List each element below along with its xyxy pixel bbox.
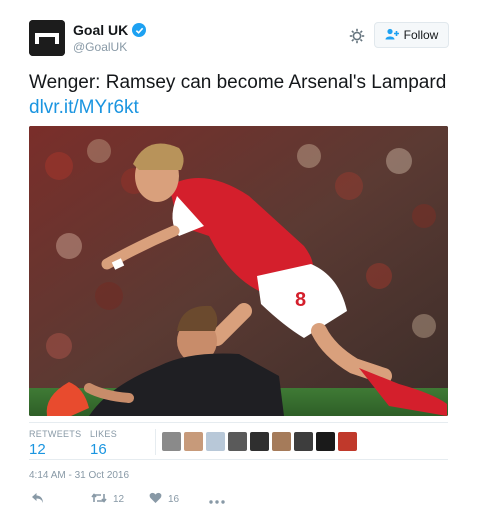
follow-label: Follow — [403, 28, 439, 42]
likes-stat[interactable]: LIKES 16 — [90, 429, 117, 458]
liker-avatar[interactable] — [184, 432, 203, 451]
display-name[interactable]: Goal UK — [73, 22, 128, 38]
liker-avatar[interactable] — [316, 432, 335, 451]
retweet-button[interactable]: 12 — [91, 492, 124, 507]
tweet-header: Goal UK @GoalUK Follow — [29, 18, 449, 60]
engagement-stats: RETWEETS 12 LIKES 16 — [29, 422, 448, 460]
liker-avatar[interactable] — [294, 432, 313, 451]
like-icon — [149, 492, 162, 507]
tweet-link[interactable]: dlvr.it/MYr6kt — [29, 97, 139, 118]
liker-avatar[interactable] — [272, 432, 291, 451]
display-name-row: Goal UK — [73, 22, 147, 38]
follow-button[interactable]: Follow — [374, 22, 449, 48]
gear-icon[interactable] — [349, 28, 365, 44]
liker-avatar[interactable] — [250, 432, 269, 451]
liker-avatar[interactable] — [162, 432, 181, 451]
like-button[interactable]: 16 — [149, 492, 179, 507]
liker-avatar[interactable] — [206, 432, 225, 451]
retweet-action-count: 12 — [113, 494, 125, 505]
liker-avatar[interactable] — [338, 432, 357, 451]
avatar[interactable] — [29, 20, 65, 56]
photo-football-tackle: 8 — [29, 126, 448, 416]
tweet-body: Wenger: Ramsey can become Arsenal's Lamp… — [29, 72, 447, 93]
verified-icon — [132, 23, 147, 37]
more-icon — [209, 496, 225, 507]
liker-avatars — [162, 432, 357, 451]
retweets-count: 12 — [29, 441, 46, 458]
stats-divider — [155, 429, 156, 455]
account-names: Goal UK @GoalUK — [73, 22, 147, 54]
handle[interactable]: @GoalUK — [73, 40, 146, 54]
reply-icon — [31, 492, 44, 507]
reply-button[interactable] — [31, 492, 44, 507]
svg-text:8: 8 — [295, 289, 306, 311]
retweets-label: RETWEETS — [29, 429, 82, 439]
liker-avatar[interactable] — [228, 432, 247, 451]
tweet-timestamp[interactable]: 4:14 AM - 31 Oct 2016 — [29, 470, 129, 481]
retweet-icon — [91, 492, 107, 507]
tweet-photo[interactable]: 8 — [29, 126, 448, 416]
tweet-actions: 12 16 — [29, 492, 279, 512]
likes-label: LIKES — [90, 429, 118, 439]
follow-person-icon — [385, 28, 399, 43]
more-button[interactable] — [209, 496, 225, 507]
likes-count: 16 — [90, 441, 107, 458]
retweets-stat[interactable]: RETWEETS 12 — [29, 429, 81, 458]
tweet-text: Wenger: Ramsey can become Arsenal's Lamp… — [29, 70, 449, 120]
like-action-count: 16 — [168, 494, 180, 505]
